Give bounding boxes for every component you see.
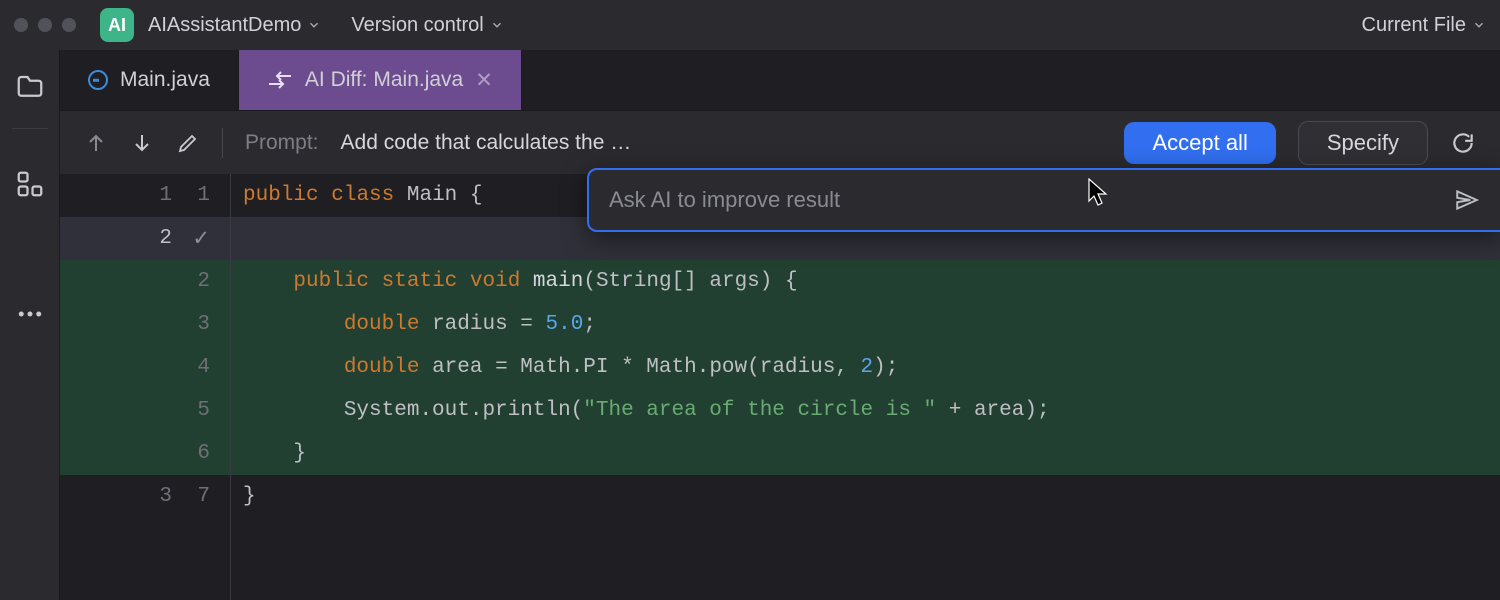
toolbar-separator: [222, 128, 223, 158]
tab-label: Main.java: [120, 68, 210, 92]
edit-pencil-icon[interactable]: [176, 131, 200, 155]
regenerate-icon[interactable]: [1450, 130, 1476, 156]
tab-ai-diff[interactable]: AI Diff: Main.java ✕: [239, 50, 522, 110]
gutter-row: 37: [60, 475, 230, 518]
gutter-row: 3: [60, 303, 230, 346]
title-bar: AI AIAssistantDemo Version control Curre…: [0, 0, 1500, 50]
close-icon[interactable]: ✕: [475, 68, 493, 93]
gutter-row: 2✓: [60, 217, 230, 260]
gutter-row: 6: [60, 432, 230, 475]
diff-arrows-icon: [267, 70, 293, 90]
gutter-row: 5: [60, 389, 230, 432]
tab-label: AI Diff: Main.java: [305, 68, 463, 92]
structure-icon[interactable]: [15, 169, 45, 199]
left-tool-rail: [0, 50, 60, 600]
gutter-row: 2: [60, 260, 230, 303]
code-column[interactable]: public class Main { public static void m…: [230, 174, 1500, 600]
prompt-text: Add code that calculates the …: [341, 131, 632, 155]
code-line: public static void main(String[] args) {: [231, 260, 1500, 303]
arrow-down-icon[interactable]: [130, 131, 154, 155]
code-line: }: [231, 475, 1500, 518]
checkmark-icon: ✓: [180, 226, 210, 252]
project-dropdown[interactable]: AIAssistantDemo: [148, 14, 321, 37]
chevron-down-icon: [490, 18, 504, 32]
specify-label: Specify: [1327, 130, 1399, 156]
accept-all-label: Accept all: [1152, 130, 1247, 156]
code-line: double radius = 5.0;: [231, 303, 1500, 346]
version-control-dropdown[interactable]: Version control: [351, 14, 503, 37]
specify-button[interactable]: Specify: [1298, 121, 1428, 165]
send-icon[interactable]: [1454, 187, 1480, 213]
prompt-label: Prompt:: [245, 131, 319, 155]
code-line: double area = Math.PI * Math.pow(radius,…: [231, 346, 1500, 389]
vc-label: Version control: [351, 14, 483, 37]
current-file-label: Current File: [1362, 14, 1466, 37]
tab-main-java[interactable]: Main.java: [60, 50, 239, 110]
more-icon[interactable]: [15, 299, 45, 329]
project-name: AIAssistantDemo: [148, 14, 301, 37]
chevron-down-icon: [307, 18, 321, 32]
rail-separator: [12, 128, 48, 129]
ai-improve-popup: [587, 168, 1500, 232]
accept-all-button[interactable]: Accept all: [1124, 122, 1275, 164]
arrow-up-icon[interactable]: [84, 131, 108, 155]
gutter-row: 11: [60, 174, 230, 217]
code-line: }: [231, 432, 1500, 475]
close-dot[interactable]: [14, 18, 28, 32]
gutter-row: 4: [60, 346, 230, 389]
window-controls: [14, 18, 76, 32]
ai-improve-input[interactable]: [609, 187, 1440, 213]
line-gutter: 11 2✓ 2 3 4 5 6 37: [60, 174, 230, 600]
project-folder-icon[interactable]: [15, 72, 45, 102]
code-diff-view: 11 2✓ 2 3 4 5 6 37 public class Main { p…: [60, 174, 1500, 600]
maximize-dot[interactable]: [62, 18, 76, 32]
java-class-icon: [88, 70, 108, 90]
diff-toolbar: Prompt: Add code that calculates the … A…: [60, 110, 1500, 174]
chevron-down-icon: [1472, 18, 1486, 32]
editor-tabs: Main.java AI Diff: Main.java ✕: [60, 50, 1500, 110]
run-config-dropdown[interactable]: Current File: [1362, 14, 1486, 37]
minimize-dot[interactable]: [38, 18, 52, 32]
ai-badge-icon: AI: [100, 8, 134, 42]
code-line: System.out.println("The area of the circ…: [231, 389, 1500, 432]
